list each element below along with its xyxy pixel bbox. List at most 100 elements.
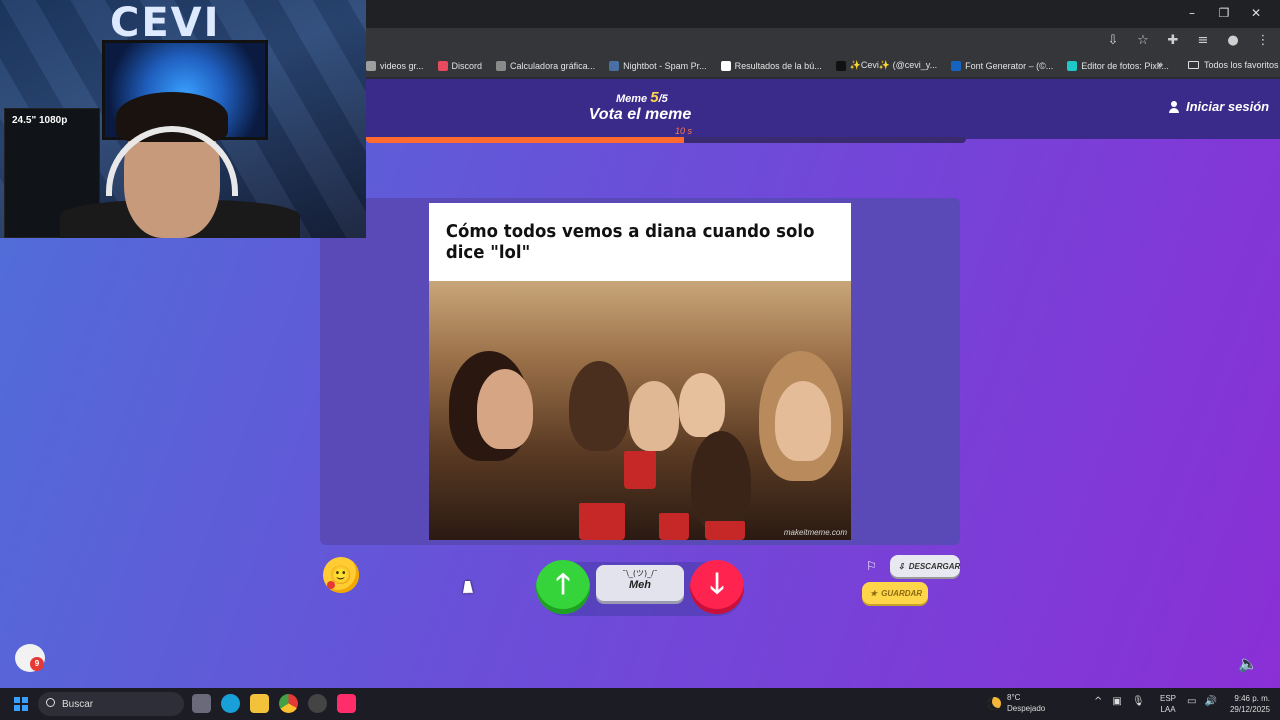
clock-date: 29/12/2025 — [1229, 705, 1270, 714]
bookmark-label: Editor de fotos: Pixlr... — [1081, 60, 1169, 71]
bookmark-label: ✨Cevi✨ (@cevi_y... — [849, 60, 938, 70]
webcam-overlay: CEVI 24.5" 1080p — [0, 0, 366, 238]
webcam-monitor-box-label: 24.5" 1080p — [12, 115, 68, 126]
language-indicator[interactable]: ESP LAA — [1160, 693, 1176, 715]
bookmark-item[interactable]: Nightbot - Spam Pr... — [609, 60, 707, 71]
chrome-icon[interactable] — [279, 694, 298, 713]
shrug-emoticon: ¯\_(ツ)_/¯ — [622, 569, 658, 578]
meme-person — [629, 381, 679, 451]
red-cup — [624, 451, 656, 489]
bookmark-item[interactable]: Discord — [437, 60, 483, 71]
profile-avatar[interactable]: ● — [1224, 33, 1242, 48]
nightbot-icon — [609, 60, 620, 71]
bookmark-item[interactable]: videos gr... — [366, 60, 424, 71]
bookmark-item[interactable]: Font Generator – (©... — [951, 60, 1053, 71]
download-label: DESCARGAR — [908, 561, 961, 571]
upvote-button[interactable]: 🡑 — [536, 560, 590, 614]
folder-icon — [1188, 61, 1199, 69]
meme-current: 5 — [650, 89, 659, 106]
task-view-icon[interactable] — [192, 694, 211, 713]
tiktok-icon — [835, 60, 846, 71]
search-icon — [46, 698, 55, 707]
bookmarks-overflow-icon[interactable]: » — [1157, 59, 1163, 71]
system-icons: ▭ 🔊 — [1187, 696, 1217, 707]
bookmark-icon — [366, 60, 376, 71]
mouse-cursor — [462, 581, 476, 593]
taskbar-apps — [192, 694, 356, 713]
browser-menu-icon[interactable]: ⋮ — [1254, 33, 1272, 48]
chevron-up-icon[interactable]: ^ — [1094, 696, 1102, 707]
bookmark-item[interactable]: Resultados de la bú... — [720, 60, 822, 71]
weather-desc: Despejado — [1007, 704, 1046, 713]
meme-caption: Cómo todos vemos a diana cuando solo dic… — [445, 221, 815, 263]
download-icon: ⇩ — [898, 561, 905, 571]
meme-counter: Meme 5/5 — [616, 89, 668, 106]
taskbar-search[interactable]: Buscar — [38, 692, 184, 716]
meme-person — [477, 369, 533, 449]
media-control-icon[interactable]: ≡ — [1194, 33, 1212, 48]
meme-image: makeitmeme.com — [429, 281, 851, 540]
meme-person — [569, 361, 629, 451]
meme-person — [691, 431, 751, 531]
meme-person — [679, 373, 725, 437]
edge-icon[interactable] — [221, 694, 240, 713]
tiktok-icon[interactable] — [337, 694, 356, 713]
obs-icon[interactable] — [308, 694, 327, 713]
extensions-icon[interactable]: ✚ — [1164, 33, 1182, 48]
moon-icon — [988, 696, 1001, 710]
timer-progress-bar — [366, 137, 966, 143]
meme-person — [775, 381, 831, 461]
timer-label: 10 s — [675, 126, 693, 136]
bookmark-label: Nightbot - Spam Pr... — [623, 60, 707, 71]
login-button[interactable]: Iniciar sesión — [1168, 99, 1269, 114]
weather-widget[interactable]: 8°C Despejado — [988, 692, 1045, 714]
windows-start-icon[interactable] — [14, 697, 28, 711]
minimize-button[interactable]: – — [1178, 4, 1206, 22]
save-label: GUARDAR — [881, 588, 923, 598]
download-button[interactable]: ⇩ DESCARGAR — [890, 555, 960, 577]
red-cup — [579, 503, 625, 540]
meme-total: /5 — [658, 93, 668, 105]
bookmark-item[interactable]: ✨Cevi✨ (@cevi_y... — [835, 60, 938, 71]
bookmark-item[interactable]: Editor de fotos: Pixlr... — [1067, 60, 1169, 71]
meme-card: Cómo todos vemos a diana cuando solo dic… — [429, 203, 851, 540]
system-tray: ^ ▣ 🎙 — [1094, 696, 1145, 707]
font-generator-icon — [951, 60, 962, 71]
save-button[interactable]: ★ GUARDAR — [862, 582, 928, 604]
toolbar-icons: ⇩ ☆ ✚ ≡ ● ⋮ — [1104, 33, 1272, 48]
speaker-icon[interactable]: 🔈 — [1238, 654, 1258, 673]
install-app-icon[interactable]: ⇩ — [1104, 33, 1122, 48]
bookmark-item[interactable]: Calculadora gráfica... — [496, 60, 595, 71]
window-controls: – ❐ ✕ — [1178, 4, 1270, 22]
network-icon[interactable]: ▭ — [1187, 696, 1196, 707]
taskbar: Buscar 8°C Despejado ^ ▣ 🎙 ESP LAA ▭ 🔊 9… — [0, 688, 1280, 720]
downvote-button[interactable]: 🡓 — [690, 560, 744, 614]
red-cup — [705, 521, 745, 540]
maximize-button[interactable]: ❐ — [1210, 4, 1238, 22]
tray-app-icon[interactable]: ▣ — [1112, 696, 1121, 707]
file-explorer-icon[interactable] — [250, 694, 269, 713]
bookmark-label: Font Generator – (©... — [965, 60, 1054, 71]
bookmark-star-icon[interactable]: ☆ — [1134, 33, 1152, 48]
bookmark-label: Discord — [451, 60, 483, 71]
meh-button[interactable]: ¯\_(ツ)_/¯ Meh — [596, 565, 684, 601]
taskbar-clock[interactable]: 9:46 p. m. 29/12/2025 — [1222, 693, 1270, 715]
meh-label: Meh — [629, 579, 651, 591]
red-cup — [659, 513, 689, 540]
star-icon: ★ — [870, 588, 878, 598]
pixlr-icon — [1067, 60, 1078, 71]
weather-temp: 8°C — [1007, 693, 1021, 702]
keyboard-layout: LAA — [1160, 705, 1176, 714]
emoji-reaction-button[interactable]: 🙂 — [323, 557, 359, 593]
volume-icon[interactable]: 🔊 — [1204, 696, 1216, 707]
login-label: Iniciar sesión — [1186, 99, 1270, 114]
document-icon — [720, 60, 731, 71]
all-bookmarks-button[interactable]: Todos los favoritos — [1188, 60, 1279, 70]
close-button[interactable]: ✕ — [1242, 4, 1270, 22]
chat-badge: 9 — [30, 657, 44, 671]
meme-panel: Cómo todos vemos a diana cuando solo dic… — [320, 198, 960, 545]
language-code: ESP — [1160, 694, 1177, 703]
microphone-icon[interactable]: 🎙 — [1132, 696, 1145, 707]
report-flag-icon[interactable]: ⚐ — [866, 559, 877, 573]
search-label: Buscar — [62, 698, 94, 710]
